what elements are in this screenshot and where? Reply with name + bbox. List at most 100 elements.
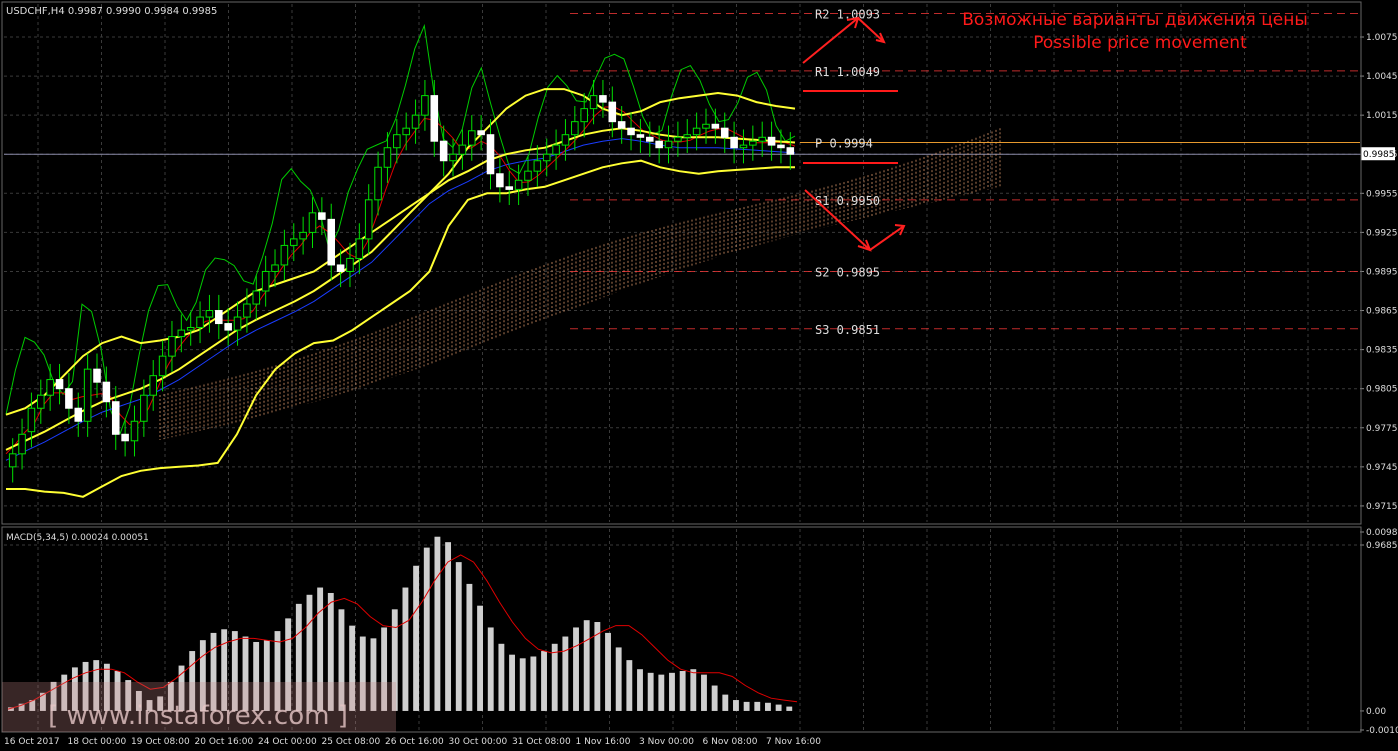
candle-body	[168, 336, 176, 357]
candle-body	[571, 121, 579, 136]
macd-bar	[541, 651, 547, 711]
y-tick-label: 0.9835	[1366, 346, 1398, 356]
candle-body	[467, 130, 476, 146]
x-tick-label: 30 Oct 00:00	[449, 737, 508, 747]
x-tick-label: 18 Oct 00:00	[68, 737, 127, 747]
candle-body	[8, 453, 17, 468]
candle-body	[636, 134, 645, 138]
macd-title: MACD(5,34,5) 0.00024 0.00051	[6, 533, 149, 543]
macd-bar	[551, 643, 558, 711]
macd-bar	[583, 620, 590, 711]
y-tick-label: 1.0045	[1366, 72, 1398, 82]
candle-body	[430, 95, 439, 142]
macd-bar	[573, 627, 579, 711]
y-tick-label: 1.0075	[1366, 33, 1398, 43]
macd-bar	[743, 701, 750, 711]
x-tick-label: 6 Nov 08:00	[703, 737, 758, 747]
candle-body	[111, 401, 120, 435]
macd-bar	[626, 660, 633, 711]
candle-body	[65, 388, 73, 409]
annotation-en: Possible price movement	[1033, 33, 1247, 53]
candle-body	[93, 368, 101, 383]
candle-body	[355, 238, 364, 259]
level-label-S3: S3 0.9851	[815, 323, 880, 337]
macd-bar	[754, 701, 761, 711]
y-tick-label: 0.9955	[1366, 189, 1398, 199]
macd-bar	[690, 669, 697, 711]
macd-bar	[455, 562, 462, 711]
candle-body	[215, 310, 223, 325]
candle-body	[702, 123, 710, 129]
candle-body	[580, 108, 588, 123]
candle-body	[767, 136, 776, 146]
x-tick-label: 20 Oct 16:00	[195, 737, 254, 747]
x-tick-label: 26 Oct 16:00	[385, 737, 444, 747]
candle-body	[646, 136, 654, 142]
macd-bar	[530, 656, 537, 711]
candle-body	[655, 140, 663, 149]
y-tick-label: 0.9745	[1366, 463, 1398, 473]
x-tick-label: 7 Nov 16:00	[766, 737, 821, 747]
macd-bar	[498, 643, 505, 711]
candle-body	[196, 316, 204, 328]
x-tick-label: 16 Oct 2017	[4, 737, 60, 747]
macd-bar	[637, 669, 643, 711]
x-tick-label: 1 Nov 16:00	[576, 737, 631, 747]
candle-body	[280, 244, 289, 266]
chart-background	[0, 0, 1398, 751]
y-tick-label: 0.9805	[1366, 385, 1398, 395]
macd-bar	[466, 583, 473, 711]
candle-body	[252, 290, 261, 305]
macd-y-tick-label: 0.00986	[1366, 528, 1398, 538]
y-tick-label: 1.0015	[1366, 111, 1398, 121]
macd-bar	[413, 565, 420, 711]
level-label-P: P 0.9994	[815, 137, 873, 151]
candle-body	[589, 95, 598, 110]
candle-body	[149, 375, 157, 396]
candle-body	[27, 407, 36, 433]
candle-body	[299, 231, 307, 240]
candle-body	[308, 212, 317, 233]
candle-body	[664, 140, 673, 149]
macd-bar	[562, 636, 569, 711]
candle-body	[749, 140, 757, 146]
macd-bar	[658, 674, 665, 711]
candle-body	[617, 121, 626, 129]
candle-body	[83, 368, 92, 422]
macd-bar	[765, 702, 771, 711]
candle-body	[336, 264, 345, 272]
candle-body	[692, 127, 701, 136]
macd-bar	[722, 694, 729, 711]
candle-body	[140, 394, 148, 422]
macd-bar	[775, 704, 782, 711]
macd-y-tick-label: 0.00	[1366, 707, 1386, 717]
y-tick-label: 0.9715	[1366, 502, 1398, 512]
candle-body	[177, 329, 186, 338]
macd-bar	[711, 685, 718, 711]
macd-bar	[669, 672, 675, 711]
candle-body	[786, 147, 795, 155]
candle-body	[402, 127, 410, 136]
candle-body	[421, 95, 429, 116]
macd-bar	[402, 587, 409, 711]
candle-body	[524, 170, 532, 181]
x-tick-label: 25 Oct 08:00	[322, 737, 381, 747]
macd-bar	[679, 671, 686, 711]
candle-body	[261, 270, 270, 292]
candle-body	[439, 140, 448, 162]
macd-bar	[519, 658, 526, 711]
candle-body	[458, 144, 467, 155]
candle-body	[18, 433, 26, 455]
candle-body	[158, 355, 167, 377]
y-tick-label: 0.9925	[1366, 228, 1398, 238]
candle-body	[552, 144, 560, 155]
candle-body	[205, 310, 214, 318]
candle-body	[777, 144, 785, 149]
macd-bar	[701, 674, 707, 711]
macd-bar	[733, 700, 739, 711]
candle-body	[46, 379, 54, 396]
level-label-S1: S1 0.9950	[815, 194, 880, 208]
level-label-S2: S2 0.9895	[815, 265, 880, 279]
watermark: [ www.instaforex.com ]	[48, 701, 348, 731]
y-tick-label: 0.9775	[1366, 424, 1398, 434]
